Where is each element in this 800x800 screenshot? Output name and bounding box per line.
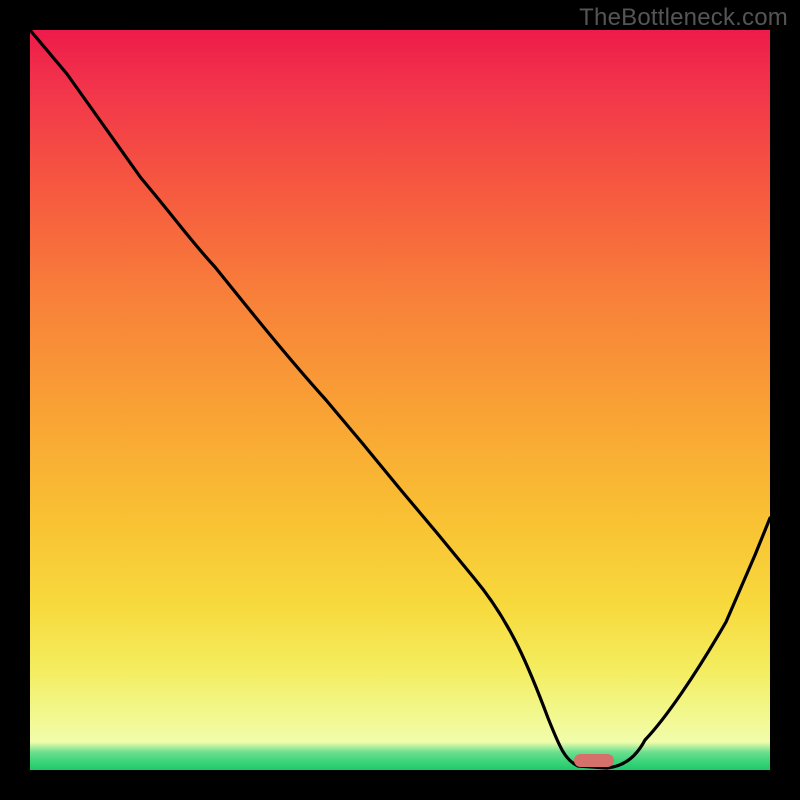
plot-area — [30, 30, 770, 770]
optimum-marker — [574, 754, 614, 767]
chart-frame: TheBottleneck.com — [0, 0, 800, 800]
bottleneck-curve — [30, 30, 770, 768]
watermark-text: TheBottleneck.com — [579, 4, 788, 32]
curve-svg — [30, 30, 770, 770]
